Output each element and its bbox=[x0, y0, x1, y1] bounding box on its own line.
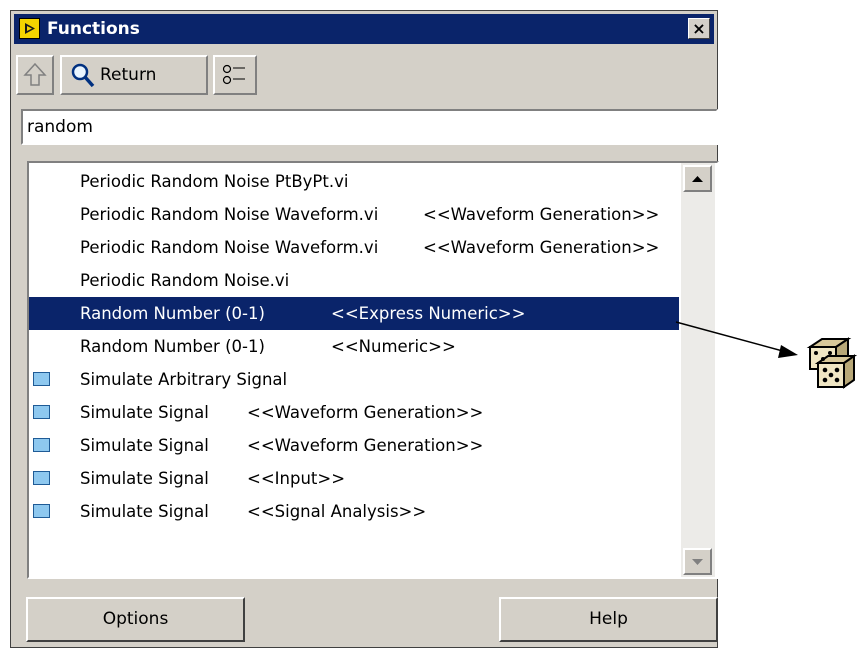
dice-icon bbox=[806, 337, 858, 389]
callout-arrow bbox=[675, 321, 798, 358]
